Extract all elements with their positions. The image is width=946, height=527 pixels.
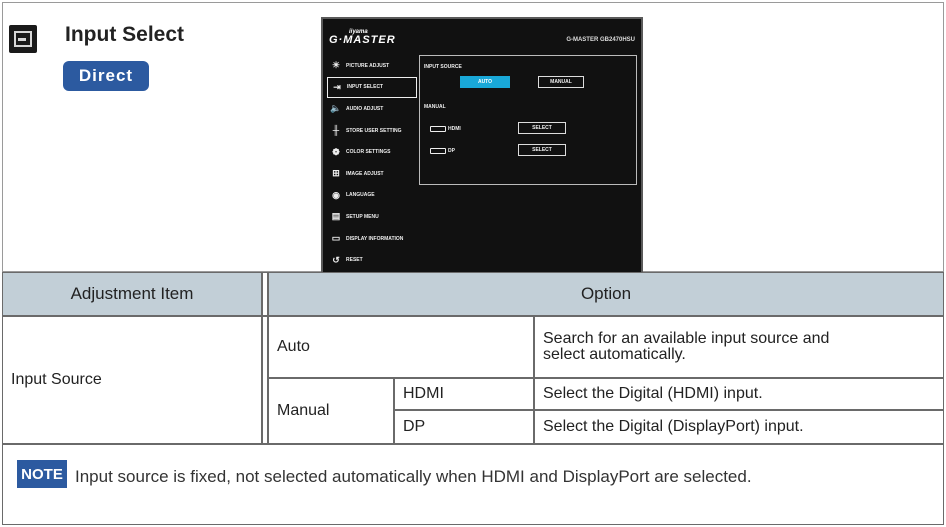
menu-preview-section: Input Select Direct iiyama G·MASTER G-MA… [2, 2, 944, 275]
picture-adjust-icon: ☀ [331, 60, 341, 71]
direct-badge: Direct [63, 61, 149, 91]
osd-menu-item-input-select[interactable]: ⇥ INPUT SELECT [327, 76, 417, 99]
store-user-setting-icon: ╫ [332, 125, 340, 136]
osd-menu-item-language[interactable]: ◉ LANGUAGE [327, 185, 417, 207]
osd-brand-logo: G·MASTER [329, 34, 396, 46]
table-cell-hdmi-description: Select the Digital (HDMI) input. [534, 378, 944, 410]
table-cell-input-source: Input Source [2, 316, 262, 444]
osd-hdmi-select-button[interactable]: SELECT [518, 122, 566, 134]
note-text: Input source is fixed, not selected auto… [75, 467, 752, 486]
audio-adjust-icon: 🔈 [330, 103, 342, 114]
dp-port-icon [430, 148, 446, 154]
osd-dp-label: DP [448, 148, 455, 154]
note-box: NOTE Input source is fixed, not selected… [2, 444, 944, 525]
reset-icon: ↺ [332, 254, 340, 265]
osd-auto-button[interactable]: AUTO [460, 76, 510, 88]
table-cell-dp-description: Select the Digital (DisplayPort) input. [534, 410, 944, 444]
osd-hdmi-label: HDMI [448, 126, 461, 132]
osd-menu-item-reset[interactable]: ↺ RESET [327, 249, 417, 271]
setup-menu-icon: ▤ [331, 211, 341, 222]
table-cell-hdmi: HDMI [394, 378, 534, 410]
table-header-option: Option [268, 272, 944, 316]
osd-menu-item-store-user-setting[interactable]: ╫ STORE USER SETTING [327, 120, 417, 142]
osd-manual-section-label: MANUAL [424, 104, 446, 110]
input-select-icon: ⇥ [333, 81, 341, 92]
osd-model-name: G-MASTER GB2470HSU [566, 37, 635, 43]
osd-menu-item-display-information[interactable]: ▭ DISPLAY INFORMATION [327, 228, 417, 250]
hdmi-port-icon [430, 126, 446, 132]
osd-menu-item-color-settings[interactable]: ❁ COLOR SETTINGS [327, 141, 417, 163]
osd-input-panel: INPUT SOURCE AUTO MANUAL MANUAL HDMI SEL… [419, 55, 637, 185]
osd-menu-item-picture-adjust[interactable]: ☀ PICTURE ADJUST [327, 55, 417, 77]
display-information-icon: ▭ [331, 233, 341, 244]
osd-menu-item-audio-adjust[interactable]: 🔈 AUDIO ADJUST [327, 98, 417, 120]
table-cell-auto-description: Search for an available input source and… [534, 316, 944, 378]
color-settings-icon: ❁ [332, 146, 340, 157]
osd-input-source-label: INPUT SOURCE [424, 64, 462, 70]
table-header-adjustment-item: Adjustment Item [2, 272, 262, 316]
language-icon: ◉ [332, 189, 340, 200]
osd-menu-item-setup-menu[interactable]: ▤ SETUP MENU [327, 206, 417, 228]
osd-dp-select-button[interactable]: SELECT [518, 144, 566, 156]
table-cell-auto: Auto [268, 316, 534, 378]
page-title: Input Select [65, 23, 185, 46]
osd-manual-button[interactable]: MANUAL [538, 76, 584, 88]
note-badge: NOTE [17, 460, 67, 488]
osd-screen: iiyama G·MASTER G-MASTER GB2470HSU ☀ PICT… [321, 17, 643, 275]
osd-menu: ☀ PICTURE ADJUST ⇥ INPUT SELECT 🔈 AUDIO ADJ… [327, 55, 417, 271]
table-cell-manual: Manual [268, 378, 394, 444]
table-cell-dp: DP [394, 410, 534, 444]
input-select-icon [9, 25, 37, 53]
image-adjust-icon: ⊞ [332, 168, 340, 179]
osd-menu-item-image-adjust[interactable]: ⊞ IMAGE ADJUST [327, 163, 417, 185]
